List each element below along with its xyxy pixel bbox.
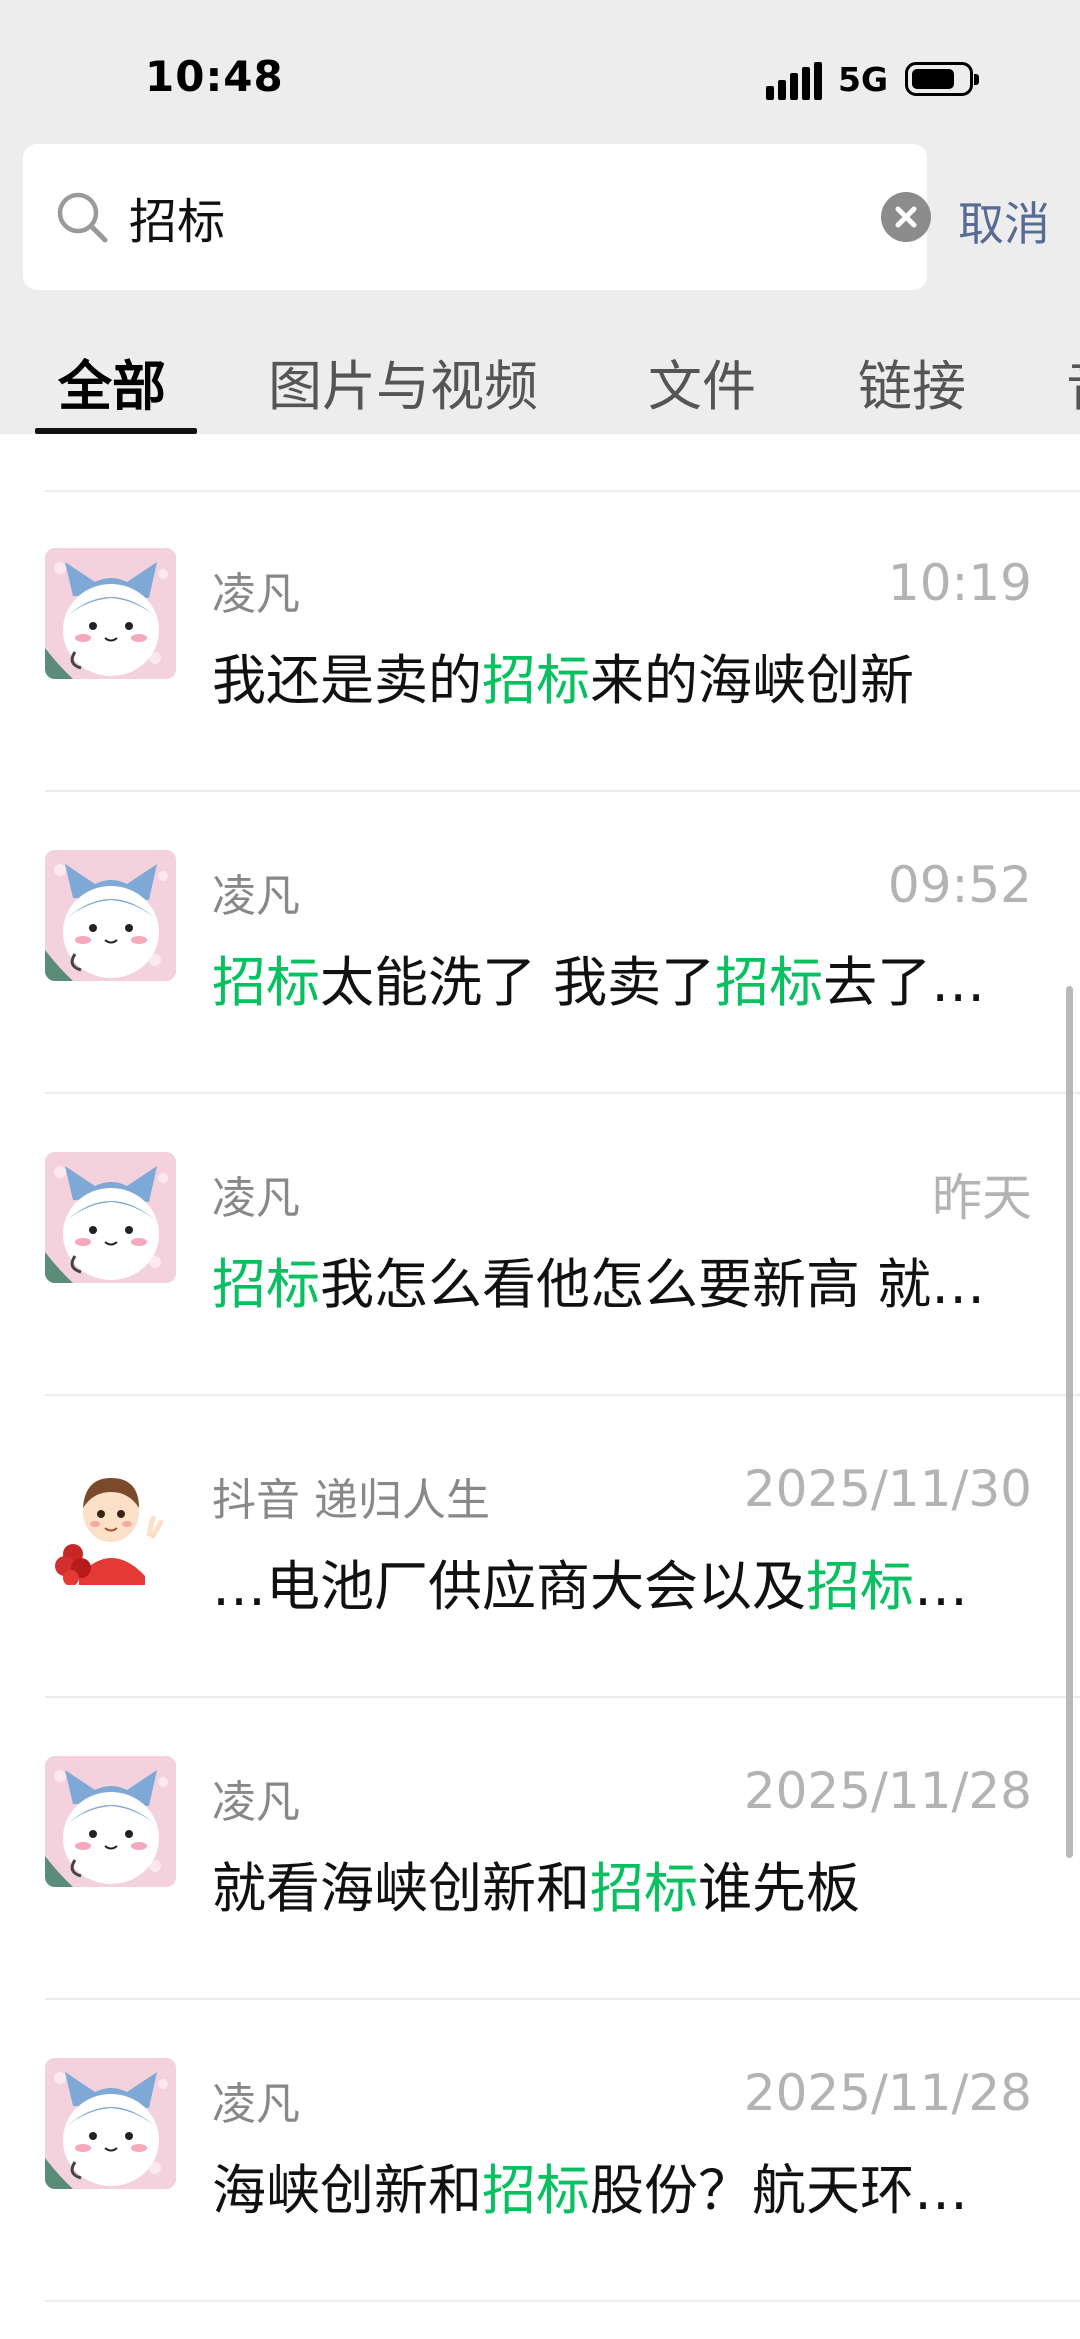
message-time: 昨天 [932,1169,1032,1227]
result-item[interactable]: 凌凡 10:19 我还是卖的招标来的海峡创新 [0,488,1080,790]
keyword-highlight: 招标 [212,951,320,1014]
battery-icon [905,62,979,96]
cat-avatar[interactable] [45,1756,176,1887]
result-item[interactable]: 凌凡 昨天招标我怎么看他怎么要新高 就… [0,1092,1080,1394]
result-item[interactable]: 抖音 递归人生 2025/11/30 …电池厂供应商大会以及招标… [0,1394,1080,1696]
cat-avatar[interactable] [45,2058,176,2189]
message-text: 股份？航天环… [590,2159,968,2222]
tab-images-videos[interactable]: 图片与视频 [268,342,538,421]
search-input[interactable] [129,180,849,254]
search-bar[interactable] [23,144,931,290]
sender-name: 凌凡 [212,1777,300,1828]
signal-icon [766,62,822,100]
message-text: 我还是卖的 [212,649,482,712]
cancel-button[interactable]: 取消 [958,188,1050,254]
sender-name: 凌凡 [212,1173,300,1224]
message-preview: 招标太能洗了 我卖了招标去了… [212,938,1032,1017]
message-preview: 招标我怎么看他怎么要新高 就… [212,1240,1032,1319]
tab-links[interactable]: 链接 [858,342,966,421]
divider [45,2300,1080,2302]
cat-avatar[interactable] [45,1152,176,1283]
status-time: 10:48 [145,52,284,101]
message-text: 我怎么看他怎么要新高 就… [320,1253,986,1316]
active-tab-indicator [35,428,197,434]
tab-files[interactable]: 文件 [648,342,756,421]
keyword-highlight: 招标 [806,1555,914,1618]
message-text: 谁先板 [698,1857,860,1920]
sender-name: 抖音 递归人生 [212,1475,490,1526]
sender-name: 凌凡 [212,871,300,922]
message-preview: 海峡创新和招标股份？航天环… [212,2146,1032,2225]
message-text: 太能洗了 我卖了 [320,951,716,1014]
keyword-highlight: 招标 [715,951,824,1014]
message-preview: 就看海峡创新和招标谁先板 [212,1844,1032,1923]
result-item[interactable]: 凌凡 2025/11/28 就看海峡创新和招标谁先板 [0,1696,1080,1998]
result-item[interactable]: 凌凡 09:52 招标太能洗了 我卖了招标去了… [0,790,1080,1092]
keyword-highlight: 招标 [482,2159,590,2222]
result-item[interactable]: 凌凡 2025/11/28 海峡创新和招标股份？航天环… [0,1998,1080,2300]
message-time: 09:52 [887,856,1032,914]
message-preview: 我还是卖的招标来的海峡创新 [212,636,1032,715]
message-time: 2025/11/30 [743,1460,1032,1518]
message-text: 来的海峡创新 [590,649,914,712]
message-preview: …电池厂供应商大会以及招标… [212,1542,1032,1621]
scrollbar[interactable] [1066,986,1073,1858]
keyword-highlight: 招标 [590,1857,698,1920]
boy-avatar[interactable] [45,1454,176,1585]
message-time: 10:19 [887,554,1032,612]
tab-audio[interactable]: 音 [1066,342,1080,421]
keyword-highlight: 招标 [212,1253,320,1316]
message-text: … [914,1555,968,1618]
network-type: 5G [838,60,889,99]
message-text: 去了… [823,951,986,1014]
message-time: 2025/11/28 [743,1762,1032,1820]
sender-name: 凌凡 [212,569,300,620]
sender-name: 凌凡 [212,2079,300,2130]
tab-all[interactable]: 全部 [58,342,166,421]
cat-avatar[interactable] [45,548,176,679]
message-text: …电池厂供应商大会以及 [212,1555,806,1618]
message-text: 就看海峡创新和 [212,1857,590,1920]
clear-icon[interactable] [881,192,931,242]
search-icon [57,192,108,243]
message-time: 2025/11/28 [743,2064,1032,2122]
keyword-highlight: 招标 [482,649,590,712]
message-text: 海峡创新和 [212,2159,482,2222]
cat-avatar[interactable] [45,850,176,981]
